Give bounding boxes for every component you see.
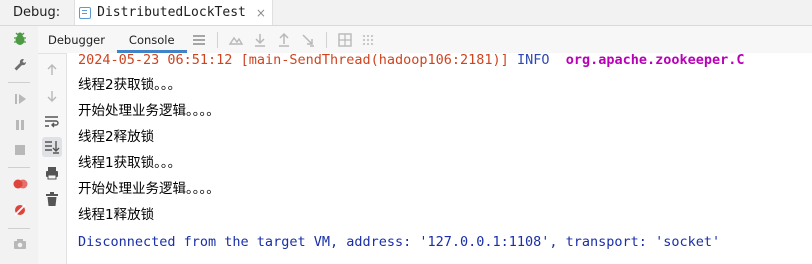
output-line: 线程1获取锁。。。 [78,155,182,171]
stop-icon[interactable] [11,141,29,159]
debug-left-toolbar [0,26,39,264]
output-line: 开始处理业务逻辑。。。。 [78,181,220,197]
camera-icon[interactable] [11,235,29,253]
step-out-icon[interactable] [299,31,317,49]
console-output[interactable]: 2024-05-23 06:51:12 [main-SendThread(had… [67,53,812,264]
run-config-tab[interactable]: DistributedLockTest × [74,0,273,25]
debug-label: Debug: [13,5,61,20]
trash-icon[interactable] [42,189,62,209]
scroll-up-icon[interactable] [42,60,62,80]
tab-console[interactable]: Console [116,26,187,53]
step-into-icon[interactable] [275,31,293,49]
scroll-to-end-icon[interactable] [42,137,62,157]
debug-tabs-row: Debugger Console [38,26,812,54]
menu-icon[interactable] [190,31,208,49]
log-thread: [main-SendThread(hadoop106:2181)] [240,53,509,68]
debug-titlebar: Debug: DistributedLockTest × [0,0,812,26]
wrench-icon[interactable] [11,56,29,74]
log-logger: org.apache.zookeeper.C [565,53,745,68]
scroll-down-icon[interactable] [42,86,62,106]
show-execution-point-icon[interactable] [227,31,245,49]
log-line: 2024-05-23 06:51:12 [main-SendThread(had… [78,53,745,69]
resume-icon[interactable] [11,90,29,108]
run-config-icon [79,6,92,19]
console-side-toolbar [38,54,67,264]
step-over-icon[interactable] [251,31,269,49]
soft-wrap-icon[interactable] [42,112,62,132]
disconnected-message: Disconnected from the target VM, address… [78,234,721,250]
toolbar-divider [8,167,30,168]
toolbar-divider [8,228,30,229]
evaluate-expression-icon[interactable] [336,31,354,49]
print-icon[interactable] [42,163,62,183]
view-breakpoints-icon[interactable] [11,175,29,193]
toolbar-divider [216,31,218,48]
close-icon[interactable]: × [256,6,266,20]
tab-debugger[interactable]: Debugger [38,26,117,53]
output-line: 线程2释放锁 [78,129,155,145]
output-line: 线程1释放锁 [78,207,155,223]
log-level: INFO [516,53,550,68]
pause-icon[interactable] [11,116,29,134]
trace-icon[interactable] [360,31,378,49]
log-timestamp: 2024-05-23 06:51:12 [78,53,233,68]
output-line: 线程2获取锁。。。 [78,77,182,93]
toolbar-divider [8,82,30,83]
run-config-title: DistributedLockTest [97,5,246,20]
output-line: 开始处理业务逻辑。。。。 [78,103,220,119]
mute-breakpoints-icon[interactable] [11,201,29,219]
rerun-debug-icon[interactable] [11,30,29,48]
toolbar-divider [325,31,327,48]
